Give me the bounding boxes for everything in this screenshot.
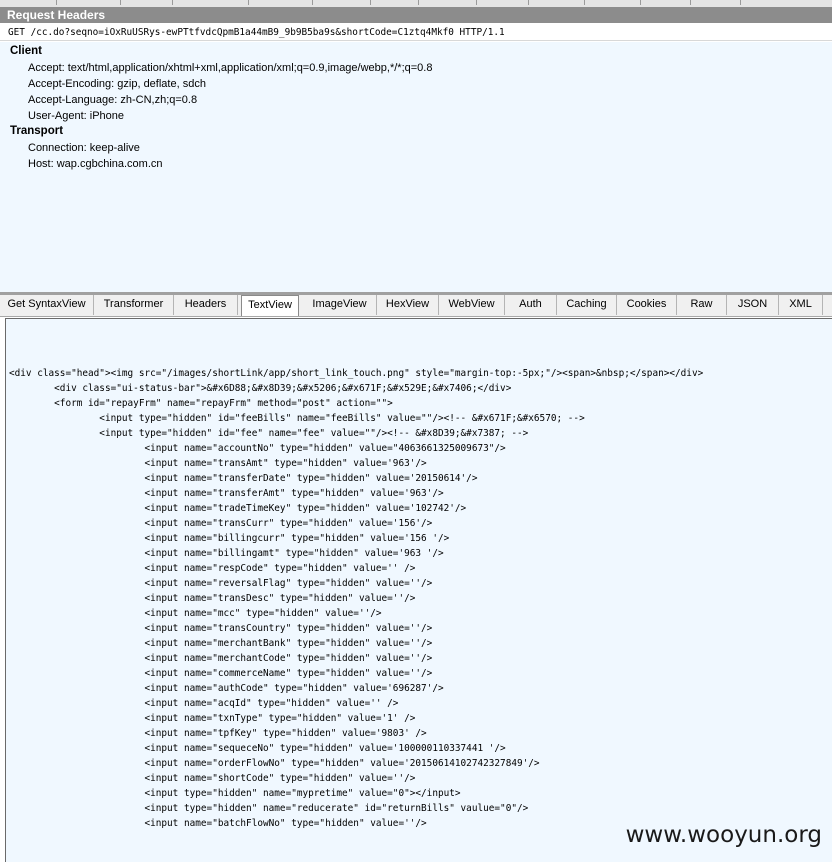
code-line: <input name="txnType" type="hidden" valu…	[9, 713, 416, 724]
code-line: <input name="transCountry" type="hidden"…	[9, 623, 433, 634]
code-line: <input name="merchantBank" type="hidden"…	[9, 638, 433, 649]
tab-headers[interactable]: Headers	[174, 295, 238, 315]
top-tab-divider	[120, 0, 121, 5]
code-line: <form id="repayFrm" name="repayFrm" meth…	[9, 398, 393, 409]
code-line: <input name="accountNo" type="hidden" va…	[9, 443, 506, 454]
request-line[interactable]: GET /cc.do?seqno=iOxRuUSRys-ewPTtfvdcQpm…	[0, 24, 832, 41]
top-tab-divider	[418, 0, 419, 5]
tab-json[interactable]: JSON	[727, 295, 779, 315]
tab-raw[interactable]: Raw	[677, 295, 727, 315]
top-tab-divider	[584, 0, 585, 5]
code-line: <input name="transAmt" type="hidden" val…	[9, 458, 427, 469]
tab-imageview[interactable]: ImageView	[303, 295, 377, 315]
code-line: <div class="head"><img src="/images/shor…	[9, 368, 704, 379]
code-line: <input name="reversalFlag" type="hidden"…	[9, 578, 433, 589]
code-line: <div class="ui-status-bar">&#x6D88;&#x8D…	[9, 383, 512, 394]
top-tab-divider	[740, 0, 741, 5]
header-accept[interactable]: Accept: text/html,application/xhtml+xml,…	[28, 62, 432, 74]
watermark: www.wooyun.org	[625, 822, 822, 848]
code-line: <input name="respCode" type="hidden" val…	[9, 563, 416, 574]
tab-get-syntaxview[interactable]: Get SyntaxView	[0, 295, 94, 315]
top-tab-divider	[172, 0, 173, 5]
header-user-agent[interactable]: User-Agent: iPhone	[28, 110, 124, 122]
code-line: <input type="hidden" id="fee" name="fee"…	[9, 428, 529, 439]
code-line: <input name="tpfKey" type="hidden" value…	[9, 728, 427, 739]
code-line: <input type="hidden" name="mypretime" va…	[9, 788, 461, 799]
code-line: <input name="orderFlowNo" type="hidden" …	[9, 758, 540, 769]
code-line: <input name="batchFlowNo" type="hidden" …	[9, 818, 427, 829]
top-tab-divider	[56, 0, 57, 5]
header-connection[interactable]: Connection: keep-alive	[28, 142, 140, 154]
tab-cookies[interactable]: Cookies	[617, 295, 677, 315]
code-line: <input type="hidden" name="reducerate" i…	[9, 803, 529, 814]
header-host[interactable]: Host: wap.cgbchina.com.cn	[28, 158, 163, 170]
group-title-transport[interactable]: Transport	[10, 125, 63, 137]
tab-textview[interactable]: TextView	[241, 295, 299, 316]
top-tab-divider	[690, 0, 691, 5]
response-text-area[interactable]: <div class="head"><img src="/images/shor…	[5, 318, 832, 862]
code-line: <input name="acqId" type="hidden" value=…	[9, 698, 399, 709]
code-line: <input name="tradeTimeKey" type="hidden"…	[9, 503, 467, 514]
header-accept-encoding[interactable]: Accept-Encoding: gzip, deflate, sdch	[28, 78, 206, 90]
top-tab-divider	[528, 0, 529, 5]
top-tab-divider	[370, 0, 371, 5]
code-line: <input name="commerceName" type="hidden"…	[9, 668, 433, 679]
response-tab-bar: Get SyntaxView Transformer Headers TextV…	[0, 295, 832, 317]
top-tab-divider	[640, 0, 641, 5]
request-headers-title: Request Headers	[0, 7, 832, 23]
code-line: <input type="hidden" id="feeBills" name=…	[9, 413, 585, 424]
top-tab-divider	[248, 0, 249, 5]
code-line: <input name="merchantCode" type="hidden"…	[9, 653, 433, 664]
tab-webview[interactable]: WebView	[439, 295, 505, 315]
tab-caching[interactable]: Caching	[557, 295, 617, 315]
code-line: <input name="shortCode" type="hidden" va…	[9, 773, 416, 784]
headers-pane: Client Accept: text/html,application/xht…	[0, 42, 832, 292]
top-tab-divider	[312, 0, 313, 5]
header-accept-language[interactable]: Accept-Language: zh-CN,zh;q=0.8	[28, 94, 197, 106]
tab-xml[interactable]: XML	[779, 295, 823, 315]
code-line: <input name="transferAmt" type="hidden" …	[9, 488, 444, 499]
top-tab-divider	[476, 0, 477, 5]
code-line: <input name="sequeceNo" type="hidden" va…	[9, 743, 506, 754]
code-line: <input name="transCurr" type="hidden" va…	[9, 518, 433, 529]
tab-auth[interactable]: Auth	[505, 295, 557, 315]
code-line: <input name="authCode" type="hidden" val…	[9, 683, 444, 694]
code-line: <input name="transDesc" type="hidden" va…	[9, 593, 416, 604]
code-line: <input name="mcc" type="hidden" value=''…	[9, 608, 382, 619]
group-title-client[interactable]: Client	[10, 45, 42, 57]
tab-transformer[interactable]: Transformer	[94, 295, 174, 315]
code-line: <input name="transferDate" type="hidden"…	[9, 473, 478, 484]
code-line: <input name="billingamt" type="hidden" v…	[9, 548, 444, 559]
code-line: <input name="billingcurr" type="hidden" …	[9, 533, 450, 544]
tab-hexview[interactable]: HexView	[377, 295, 439, 315]
